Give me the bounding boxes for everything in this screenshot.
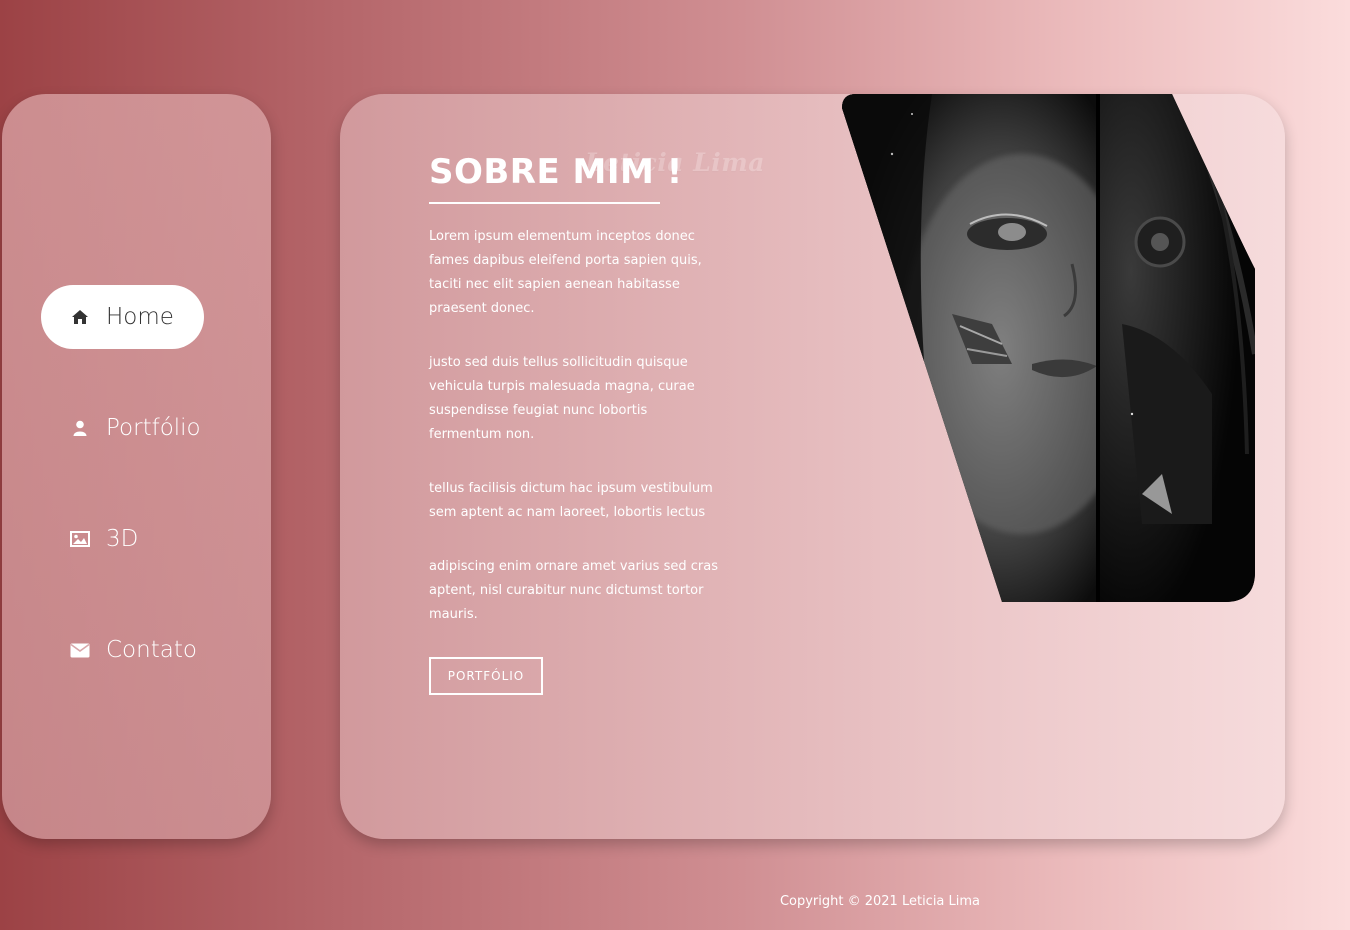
nav-item-portfolio[interactable]: Portfólio <box>41 396 204 460</box>
image-icon <box>69 528 91 550</box>
nav-item-3d[interactable]: 3D <box>41 507 204 571</box>
about-paragraph: justo sed duis tellus sollicitudin quisq… <box>429 355 695 442</box>
about-paragraph: Lorem ipsum elementum inceptos donec fam… <box>429 229 702 316</box>
profile-photo <box>842 94 1255 602</box>
about-paragraph: adipiscing enim ornare amet varius sed c… <box>429 559 718 622</box>
title-underline <box>429 202 660 204</box>
about-paragraph: tellus facilisis dictum hac ipsum vestib… <box>429 481 713 520</box>
nav-item-contato[interactable]: Contato <box>41 618 204 682</box>
nav-item-label: Home <box>106 304 174 330</box>
sidebar <box>2 94 271 839</box>
nav-item-label: Portfólio <box>106 415 201 441</box>
footer-copyright: Copyright © 2021 Leticia Lima <box>779 894 981 909</box>
nav-item-label: Contato <box>106 637 197 663</box>
user-icon <box>69 417 91 439</box>
home-icon <box>69 306 91 328</box>
page-title: SOBRE MIM ! <box>429 152 683 192</box>
nav-item-home[interactable]: Home <box>41 285 204 349</box>
envelope-icon <box>69 639 91 661</box>
portfolio-button[interactable]: PORTFÓLIO <box>429 657 543 695</box>
nav-item-label: 3D <box>106 526 139 552</box>
